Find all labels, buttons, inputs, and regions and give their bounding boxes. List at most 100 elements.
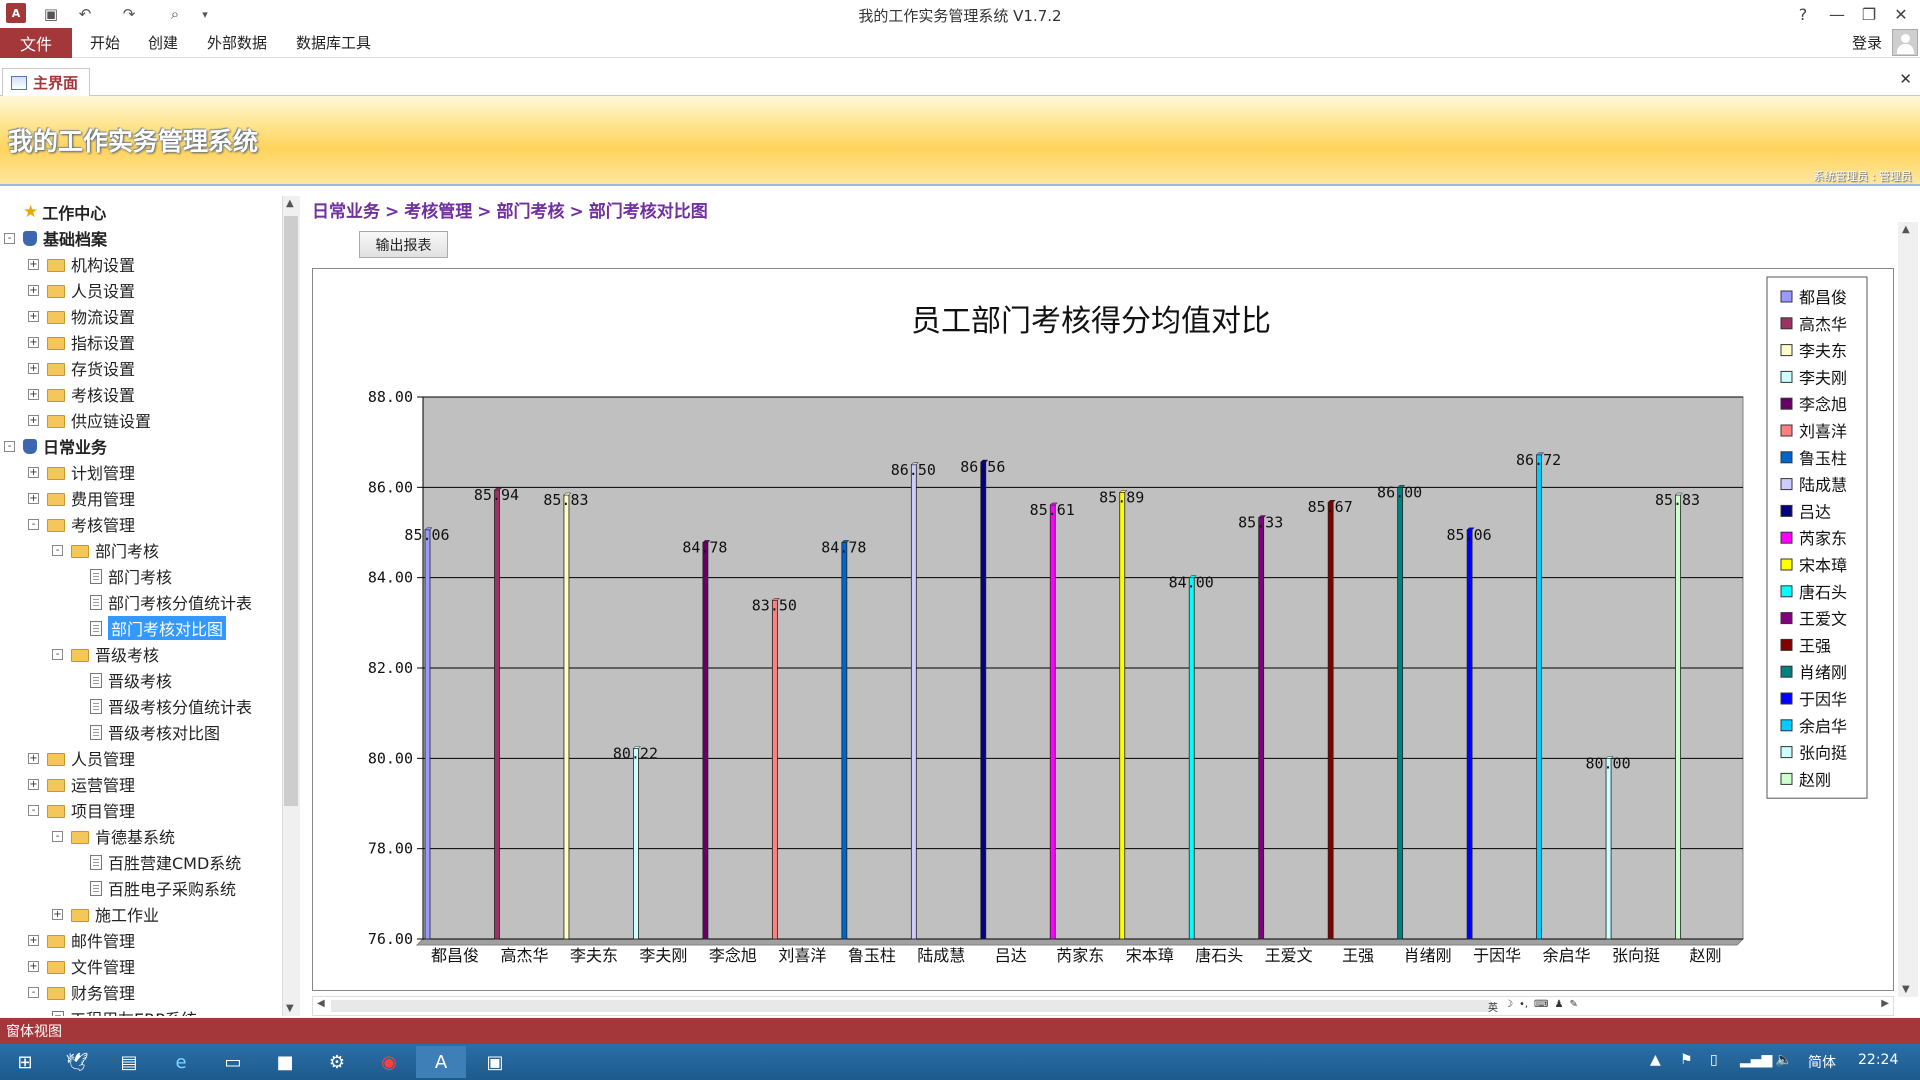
help-icon[interactable]: ? bbox=[1788, 2, 1818, 26]
tree-item[interactable]: 晋级考核分值统计表 bbox=[90, 694, 252, 718]
tree-scroll-thumb[interactable] bbox=[284, 216, 298, 806]
collapse-icon[interactable]: - bbox=[4, 232, 15, 244]
tree-item[interactable]: ★ 工作中心 bbox=[4, 200, 106, 224]
tab-database-tools[interactable]: 数据库工具 bbox=[296, 32, 371, 53]
tree-item[interactable]: - 日常业务 bbox=[4, 434, 107, 458]
expand-icon[interactable]: + bbox=[52, 908, 63, 920]
scroll-left-icon[interactable]: ◀ bbox=[317, 998, 325, 1009]
expand-icon[interactable]: + bbox=[28, 934, 39, 946]
expand-icon[interactable]: + bbox=[28, 258, 39, 270]
tree-item[interactable]: + 供应链设置 bbox=[28, 408, 151, 432]
tray-expand-icon[interactable]: ▲ bbox=[1650, 1052, 1661, 1068]
tree-item[interactable]: + 机构设置 bbox=[28, 252, 135, 276]
access-taskbar-icon[interactable]: A bbox=[416, 1046, 466, 1078]
expand-icon[interactable]: + bbox=[28, 284, 39, 296]
terminal-icon[interactable]: ■ bbox=[260, 1046, 310, 1078]
tree-item[interactable]: + 施工作业 bbox=[52, 902, 159, 926]
minimize-button[interactable]: — bbox=[1822, 2, 1852, 26]
keyboard-icon[interactable]: ⌨ bbox=[1534, 999, 1548, 1013]
tab-home[interactable]: 开始 bbox=[90, 32, 120, 53]
collapse-icon[interactable]: - bbox=[52, 830, 63, 842]
tree-item[interactable]: + 物流设置 bbox=[28, 304, 135, 328]
ime-icon[interactable]: 英 bbox=[1488, 999, 1498, 1014]
tab-external-data[interactable]: 外部数据 bbox=[207, 32, 267, 53]
login-link[interactable]: 登录 bbox=[1852, 32, 1882, 53]
expand-icon[interactable]: + bbox=[28, 778, 39, 790]
tree-item[interactable]: + 邮件管理 bbox=[28, 928, 135, 952]
tree-item[interactable]: - 基础档案 bbox=[4, 226, 107, 250]
tree-item[interactable]: + 运营管理 bbox=[28, 772, 135, 796]
tree-item[interactable]: 百胜营建CMD系统 bbox=[90, 850, 241, 874]
clock[interactable]: 22:24 bbox=[1858, 1052, 1898, 1068]
scroll-down-icon[interactable]: ▼ bbox=[1902, 984, 1910, 995]
collapse-icon[interactable]: - bbox=[52, 544, 63, 556]
breadcrumb-item[interactable]: 部门考核 bbox=[497, 202, 565, 222]
battery-icon[interactable]: ▯ bbox=[1710, 1052, 1718, 1068]
tab-create[interactable]: 创建 bbox=[148, 32, 178, 53]
collapse-icon[interactable]: - bbox=[28, 804, 39, 816]
expand-icon[interactable]: + bbox=[28, 960, 39, 972]
expand-icon[interactable]: + bbox=[28, 362, 39, 374]
collapse-icon[interactable]: - bbox=[28, 986, 39, 998]
file-explorer-icon[interactable]: ▤ bbox=[104, 1046, 154, 1078]
expand-icon[interactable]: + bbox=[28, 310, 39, 322]
flag-icon[interactable]: ⚑ bbox=[1680, 1052, 1693, 1068]
explorer-bird-icon[interactable]: 🕊 bbox=[52, 1046, 102, 1078]
ime-toolbar[interactable]: 英 ☽ •, ⌨ ♟ ✎ bbox=[1488, 999, 1638, 1014]
expand-icon[interactable]: + bbox=[28, 492, 39, 504]
tree-item[interactable]: 部门考核对比图 bbox=[90, 616, 227, 640]
ime-language-label[interactable]: 简体 bbox=[1808, 1052, 1836, 1072]
tree-item[interactable]: + 人员设置 bbox=[28, 278, 135, 302]
collapse-icon[interactable]: - bbox=[52, 648, 63, 660]
moon-icon[interactable]: ☽ bbox=[1504, 999, 1513, 1013]
tree-item[interactable]: - 考核管理 bbox=[28, 512, 135, 536]
tree-item[interactable]: 晋级考核对比图 bbox=[90, 720, 220, 744]
tree-item[interactable]: + 考核设置 bbox=[28, 382, 135, 406]
volume-icon[interactable]: 🔈 bbox=[1775, 1052, 1792, 1068]
tree-item[interactable]: 部门考核 bbox=[90, 564, 172, 588]
scroll-right-icon[interactable]: ▶ bbox=[1881, 998, 1889, 1009]
scroll-up-icon[interactable]: ▲ bbox=[286, 198, 294, 209]
expand-icon[interactable]: + bbox=[28, 388, 39, 400]
scroll-down-icon[interactable]: ▼ bbox=[286, 1003, 294, 1014]
close-button[interactable]: ✕ bbox=[1886, 2, 1916, 26]
network-tool-icon[interactable]: ⚙ bbox=[312, 1046, 362, 1078]
expand-icon[interactable]: + bbox=[28, 466, 39, 478]
tree-item[interactable]: 工程用友ERP系统 bbox=[52, 1006, 197, 1016]
tab-main-form[interactable]: 主界面 bbox=[2, 68, 90, 96]
tree-item[interactable]: - 财务管理 bbox=[28, 980, 135, 1004]
breadcrumb-item[interactable]: 考核管理 bbox=[404, 202, 472, 222]
export-report-button[interactable]: 输出报表 bbox=[359, 231, 448, 258]
main-vertical-scrollbar[interactable]: ▲ ▼ bbox=[1898, 222, 1918, 997]
tree-item[interactable]: 部门考核分值统计表 bbox=[90, 590, 252, 614]
tree-item[interactable]: + 文件管理 bbox=[28, 954, 135, 978]
tree-item[interactable]: + 存货设置 bbox=[28, 356, 135, 380]
expand-icon[interactable]: + bbox=[28, 336, 39, 348]
tablet-app-icon[interactable]: ▭ bbox=[208, 1046, 258, 1078]
tree-item[interactable]: + 计划管理 bbox=[28, 460, 135, 484]
collapse-icon[interactable]: - bbox=[4, 440, 15, 452]
tree-item[interactable]: - 项目管理 bbox=[28, 798, 135, 822]
tree-item[interactable]: + 费用管理 bbox=[28, 486, 135, 510]
tab-file[interactable]: 文件 bbox=[0, 28, 72, 58]
tree-item[interactable]: - 晋级考核 bbox=[52, 642, 159, 666]
expand-icon[interactable]: + bbox=[28, 752, 39, 764]
media-player-icon[interactable]: ◉ bbox=[364, 1046, 414, 1078]
tree-item[interactable]: - 部门考核 bbox=[52, 538, 159, 562]
punctuation-icon[interactable]: •, bbox=[1519, 999, 1528, 1013]
expand-icon[interactable]: + bbox=[28, 414, 39, 426]
restore-button[interactable]: ❐ bbox=[1854, 2, 1884, 26]
tree-item[interactable]: + 指标设置 bbox=[28, 330, 135, 354]
internet-explorer-icon[interactable]: e bbox=[156, 1046, 206, 1078]
tree-item[interactable]: 晋级考核 bbox=[90, 668, 172, 692]
collapse-icon[interactable]: - bbox=[28, 518, 39, 530]
tree-item[interactable]: 百胜电子采购系统 bbox=[90, 876, 236, 900]
close-document-icon[interactable]: ✕ bbox=[1899, 70, 1912, 88]
main-horizontal-scrollbar[interactable]: ◀ 英 ☽ •, ⌨ ♟ ✎ ▶ bbox=[312, 996, 1894, 1016]
breadcrumb-item[interactable]: 日常业务 bbox=[312, 202, 380, 222]
tree-item[interactable]: - 肯德基系统 bbox=[52, 824, 175, 848]
scroll-up-icon[interactable]: ▲ bbox=[1902, 224, 1910, 235]
breadcrumb-item[interactable]: 部门考核对比图 bbox=[589, 202, 708, 222]
start-icon[interactable]: ⊞ bbox=[0, 1046, 50, 1078]
tree-item[interactable]: + 人员管理 bbox=[28, 746, 135, 770]
